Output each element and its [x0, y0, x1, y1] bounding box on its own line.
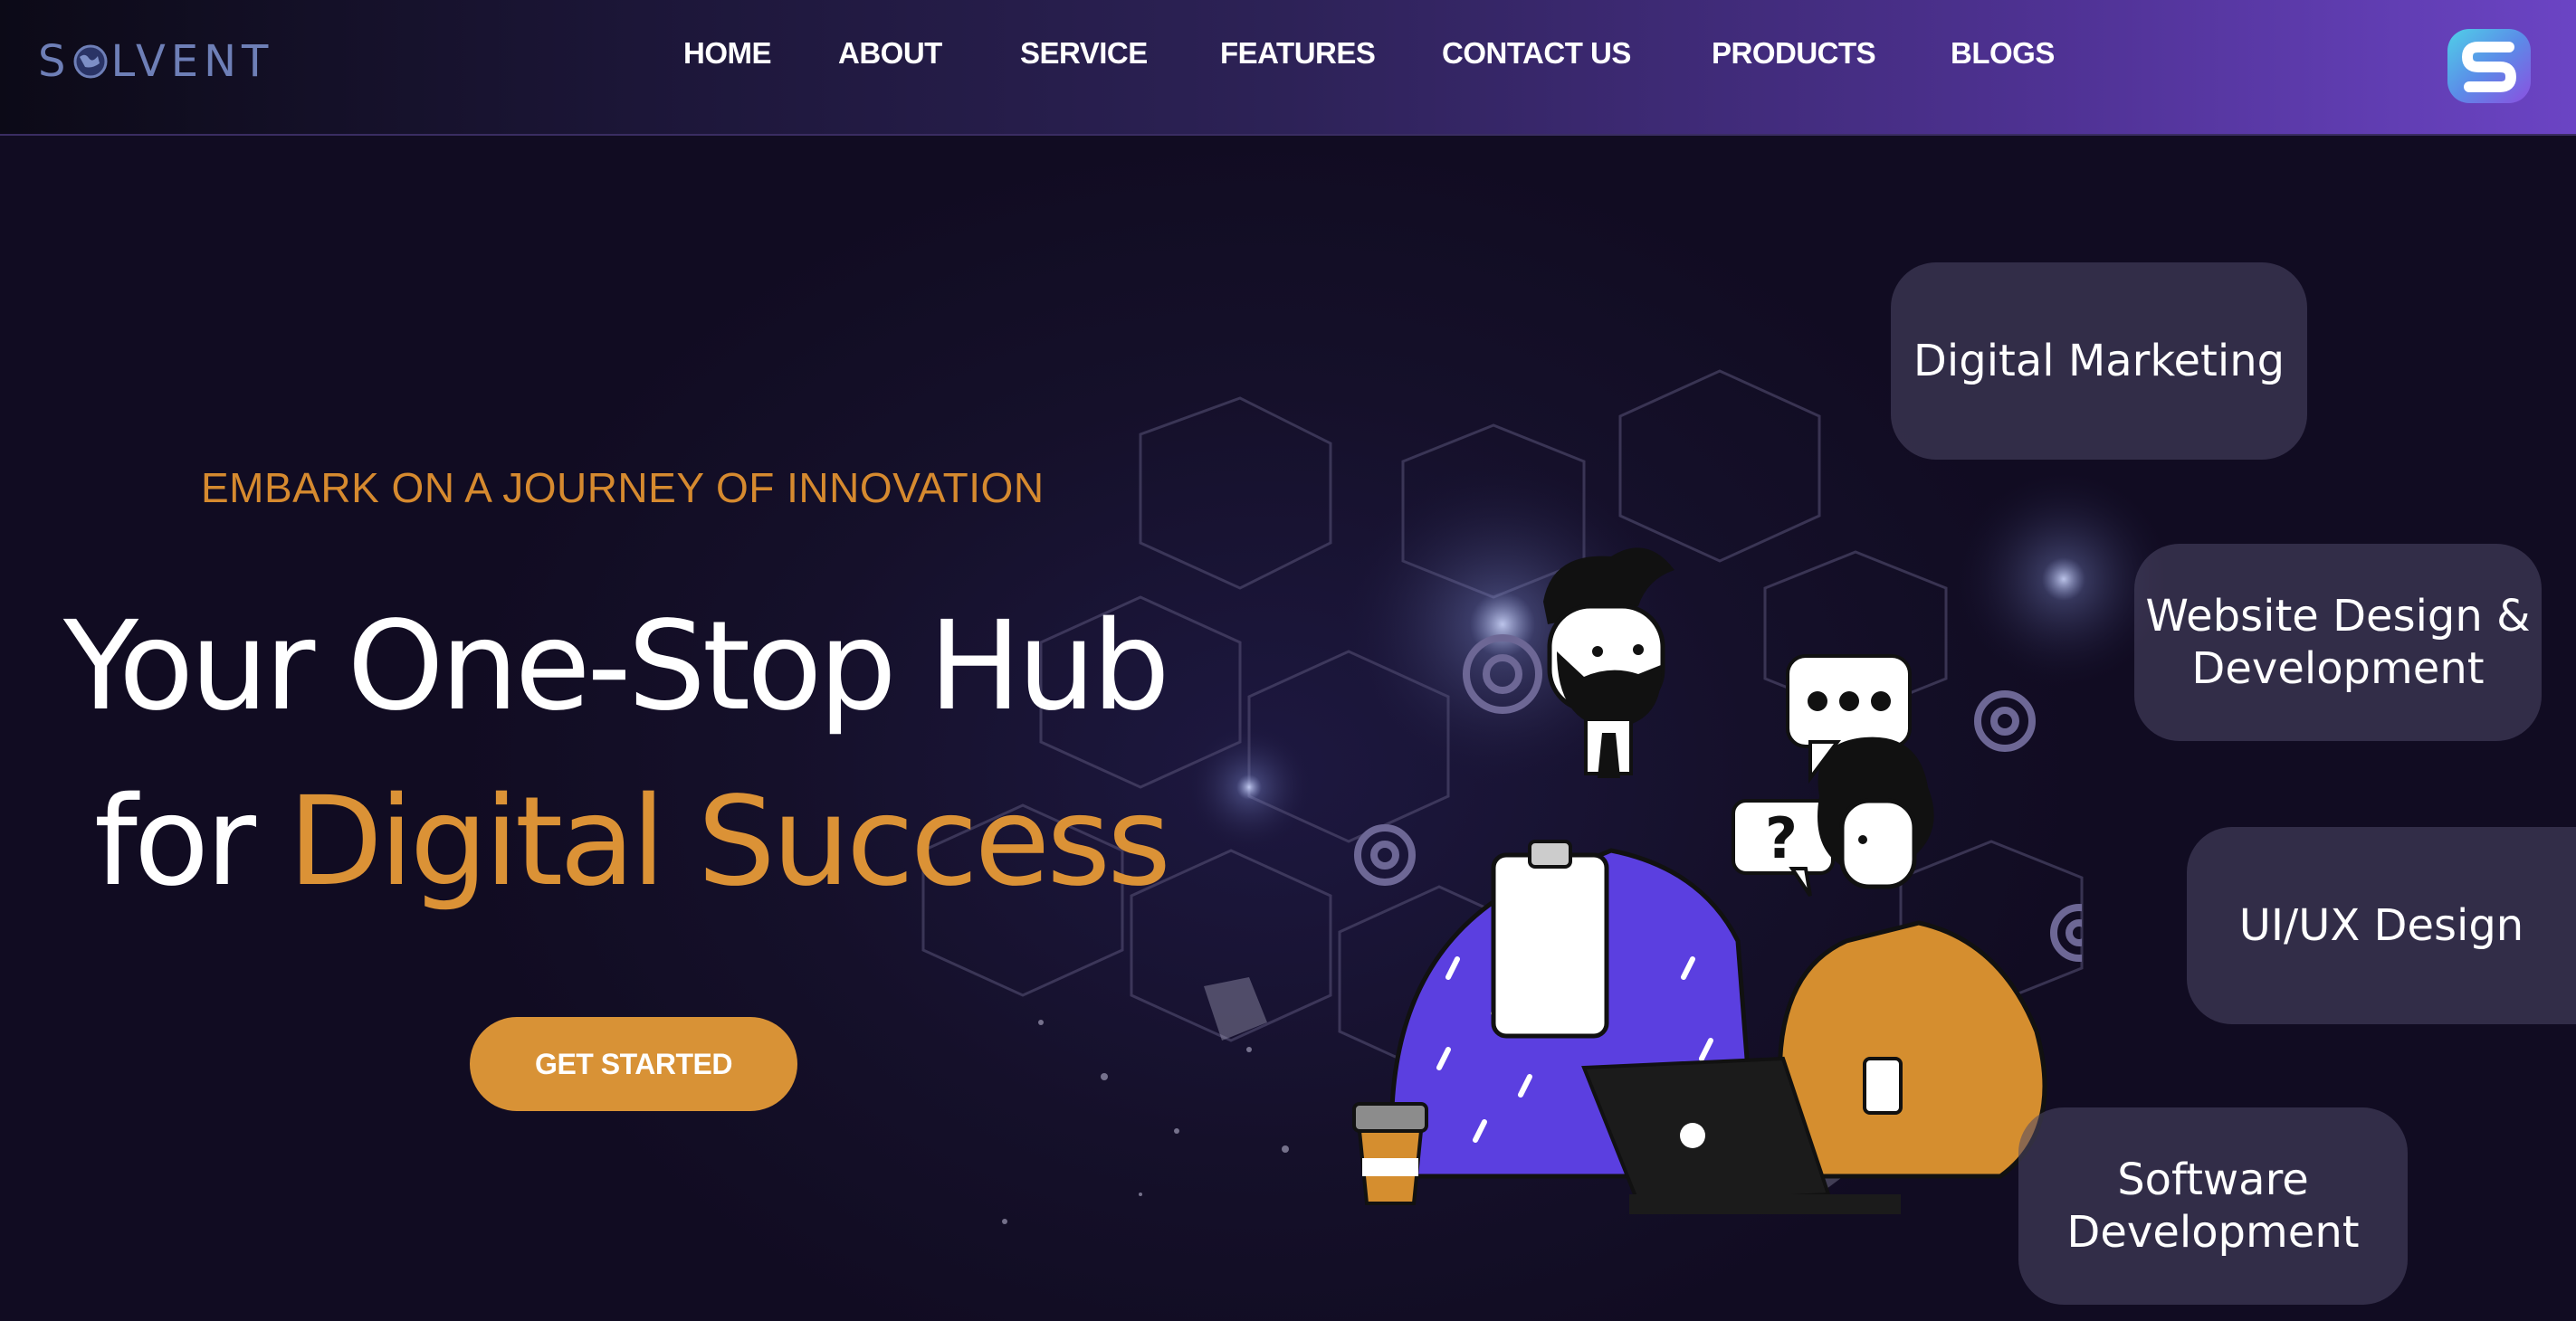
service-card-digital-marketing[interactable]: Digital Marketing: [1891, 262, 2307, 460]
nav-item-blogs[interactable]: BLOGS: [1951, 36, 2055, 71]
service-card-software-development[interactable]: Software Development: [2018, 1107, 2408, 1305]
service-card-label: Software Development: [2066, 1154, 2359, 1259]
service-card-ui-ux-design[interactable]: UI/UX Design: [2187, 827, 2576, 1024]
svg-text:?: ?: [1765, 805, 1798, 871]
nav-item-home[interactable]: HOME: [683, 36, 772, 71]
nav-item-contact-us[interactable]: CONTACT US: [1442, 36, 1631, 71]
hero-section: EMBARK ON A JOURNEY OF INNOVATION Your O…: [0, 136, 2576, 1321]
service-card-label-line-1: Digital Marketing: [1913, 336, 2285, 386]
brand-s-icon[interactable]: [2444, 25, 2534, 107]
nav-item-service[interactable]: SERVICE: [1020, 36, 1148, 71]
service-card-website-design[interactable]: Website Design & Development: [2134, 544, 2542, 741]
nav-item-features[interactable]: FEATURES: [1220, 36, 1376, 71]
hero-headline: Your One-Stop Hub for Digital Success: [63, 579, 1171, 930]
service-card-label-line-1: Website Design &: [2145, 591, 2531, 641]
headline-line-2: for Digital Success: [63, 755, 1171, 930]
team-illustration: ?: [1352, 547, 2082, 1214]
service-card-label-line-1: Software: [2117, 1155, 2309, 1205]
nav-item-about[interactable]: ABOUT: [838, 36, 942, 71]
service-card-label-line-2: Development: [2191, 643, 2485, 694]
service-card-label: UI/UX Design: [2239, 899, 2524, 952]
get-started-button[interactable]: GET STARTED: [470, 1017, 797, 1111]
headline-line-1: Your One-Stop Hub: [63, 595, 1170, 738]
coffee-cup-icon: [1352, 1102, 1428, 1205]
service-card-label: Website Design & Development: [2145, 590, 2530, 695]
main-nav: HOME ABOUT SERVICE FEATURES CONTACT US P…: [0, 0, 2576, 118]
headline-line-2-prefix: for: [94, 771, 289, 914]
service-card-label-line-1: UI/UX Design: [2238, 900, 2524, 951]
headline-accent: Digital Success: [288, 771, 1171, 914]
top-navbar: S LVENT HOME ABOUT SERVICE FEATURES CONT…: [0, 0, 2576, 136]
service-card-label-line-2: Development: [2066, 1207, 2360, 1258]
service-card-label: Digital Marketing: [1913, 335, 2285, 387]
hero-tagline: EMBARK ON A JOURNEY OF INNOVATION: [201, 464, 1045, 511]
nav-item-products[interactable]: PRODUCTS: [1712, 36, 1876, 71]
